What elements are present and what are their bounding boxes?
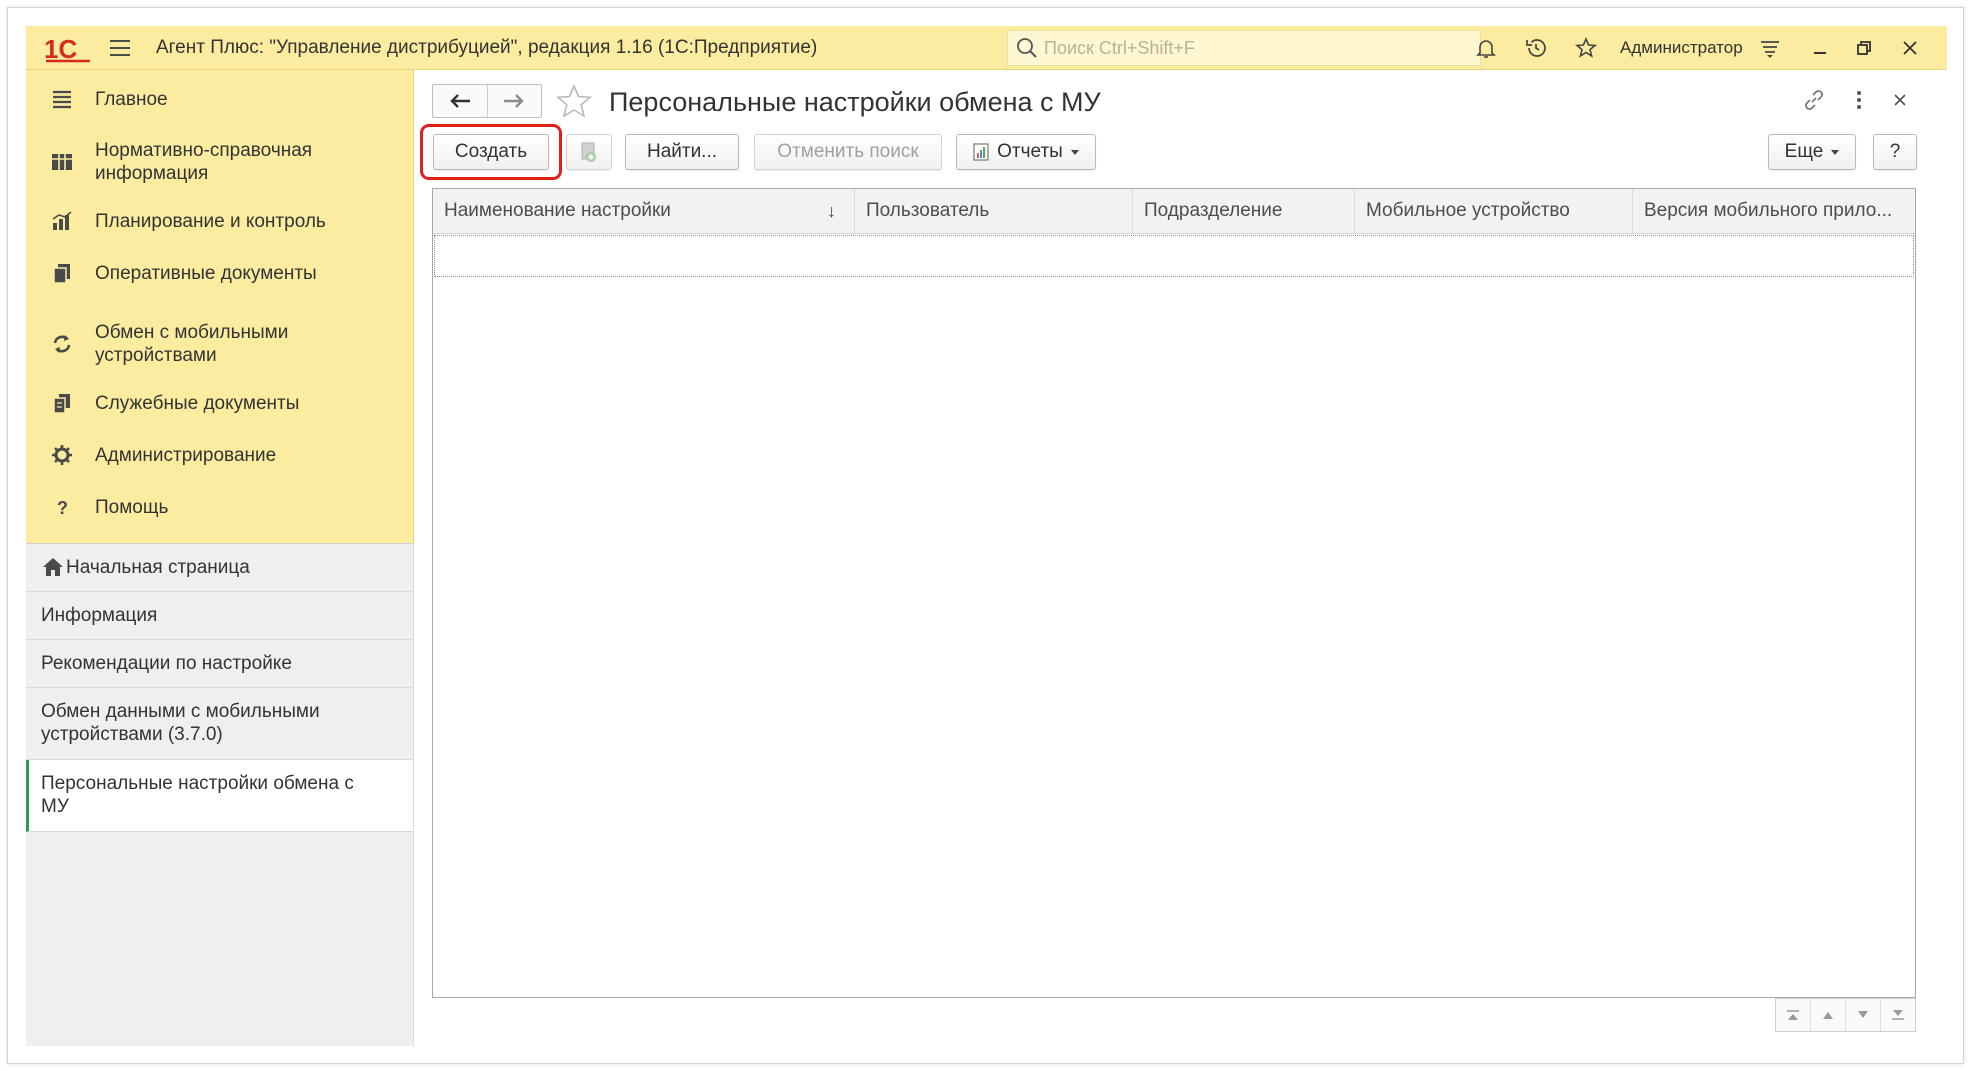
table-scroll-buttons	[1775, 998, 1916, 1032]
scroll-to-bottom-button[interactable]	[1881, 999, 1915, 1031]
column-header-department[interactable]: Подразделение	[1133, 189, 1355, 233]
grid-table-icon	[50, 150, 74, 174]
settings-table[interactable]: Наименование настройки ↓ Пользователь По…	[432, 188, 1916, 998]
column-header-user[interactable]: Пользователь	[855, 189, 1133, 233]
search-input[interactable]	[1042, 36, 1466, 60]
minimize-icon[interactable]	[1806, 34, 1834, 62]
service-docs-icon	[50, 391, 74, 415]
sidebar-item-label: Помощь	[95, 496, 169, 518]
table-row[interactable]	[434, 235, 1914, 277]
table-header: Наименование настройки ↓ Пользователь По…	[433, 189, 1915, 234]
sidebar-item-mobile-exchange[interactable]: Обмен с мобильными устройствами	[26, 320, 414, 368]
sidebar-item-label: Служебные документы	[95, 392, 300, 414]
column-header-label: Наименование настройки	[444, 200, 671, 221]
reports-label: Отчеты	[997, 141, 1063, 162]
bar-chart-icon	[50, 209, 74, 233]
open-window-label: Рекомендации по настройке	[41, 653, 292, 674]
close-window-icon[interactable]	[1896, 34, 1924, 62]
create-button[interactable]: Создать	[433, 134, 549, 170]
sort-down-icon: ↓	[827, 201, 836, 221]
question-icon: ?	[50, 495, 74, 519]
open-window-home[interactable]: Начальная страница	[26, 544, 413, 592]
form-area: Персональные настройки обмена с МУ Созда…	[414, 70, 1947, 1046]
sidebar-item-administration[interactable]: Администрирование	[26, 442, 414, 468]
svg-text:1С: 1С	[44, 34, 77, 63]
reports-button[interactable]: Отчеты	[956, 134, 1096, 170]
search-box[interactable]	[1007, 30, 1481, 66]
arrow-down-icon	[1858, 1011, 1868, 1018]
column-header-app-version[interactable]: Версия мобильного прило...	[1633, 189, 1915, 233]
cancel-search-button[interactable]: Отменить поиск	[754, 134, 942, 170]
copy-document-icon	[581, 142, 596, 162]
page-title: Персональные настройки обмена с МУ	[609, 87, 1101, 117]
sidebar-item-label: Обмен с мобильными устройствами	[95, 322, 289, 366]
favorites-star-icon[interactable]	[1572, 34, 1600, 62]
sidebar-item-label: Оперативные документы	[95, 262, 317, 284]
arrow-up-icon	[1823, 1012, 1833, 1019]
open-window-label: Информация	[41, 605, 158, 626]
restore-icon[interactable]	[1850, 34, 1878, 62]
history-navigation	[432, 84, 542, 118]
add-to-favorites-icon[interactable]	[556, 84, 592, 118]
documents-icon	[50, 261, 74, 285]
chevron-down-icon	[1070, 149, 1079, 155]
gear-icon	[50, 443, 74, 467]
sidebar-item-planning[interactable]: Планирование и контроль	[26, 208, 414, 234]
open-window-mobile-exchange[interactable]: Обмен данными с мобильными устройствами …	[26, 688, 413, 760]
open-window-info[interactable]: Информация	[26, 592, 413, 640]
help-button[interactable]: ?	[1873, 134, 1917, 170]
column-header-name[interactable]: Наименование настройки ↓	[433, 189, 855, 233]
sidebar-item-reference[interactable]: Нормативно-справочная информация	[26, 138, 414, 186]
scroll-down-button[interactable]	[1846, 999, 1881, 1031]
svg-text:?: ?	[57, 498, 68, 518]
open-window-personal-settings[interactable]: Персональные настройки обмена с МУ	[26, 760, 413, 832]
sidebar-item-service-docs[interactable]: Служебные документы	[26, 390, 414, 416]
double-down-icon	[1892, 1010, 1904, 1020]
open-window-label: Обмен данными с мобильными устройствами …	[41, 701, 320, 745]
1c-logo-icon: 1С	[44, 34, 90, 63]
open-windows-panel: Начальная страница Информация Рекомендац…	[26, 543, 414, 1046]
sidebar-item-label: Планирование и контроль	[95, 210, 326, 232]
sidebar-item-label: Главное	[95, 88, 168, 110]
settings-lines-icon[interactable]	[1756, 34, 1784, 62]
open-window-recommendations[interactable]: Рекомендации по настройке	[26, 640, 413, 688]
bell-icon[interactable]	[1472, 34, 1500, 62]
column-header-device[interactable]: Мобильное устройство	[1355, 189, 1633, 233]
home-icon	[43, 558, 63, 576]
close-form-icon[interactable]	[1886, 86, 1914, 114]
search-icon	[1017, 38, 1037, 58]
open-window-label: Персональные настройки обмена с МУ	[41, 773, 354, 817]
menu-lines-icon	[50, 87, 74, 111]
more-vertical-icon[interactable]	[1845, 86, 1873, 114]
sync-icon	[50, 332, 74, 356]
copy-button[interactable]	[566, 134, 612, 170]
forward-button[interactable]	[486, 85, 542, 117]
app-title: Агент Плюс: "Управление дистрибуцией", р…	[156, 37, 818, 58]
user-name[interactable]: Администратор	[1620, 38, 1743, 58]
double-up-icon	[1787, 1010, 1799, 1020]
main-menu-icon[interactable]	[106, 34, 134, 62]
chevron-down-icon	[1831, 149, 1840, 155]
more-label: Еще	[1784, 141, 1824, 162]
report-icon	[973, 143, 989, 161]
sidebar-item-help[interactable]: ? Помощь	[26, 494, 414, 520]
sidebar-item-label: Нормативно-справочная информация	[95, 140, 313, 184]
sections-panel: Главное Нормативно-справочная информация…	[26, 70, 414, 543]
sidebar-item-label: Администрирование	[95, 444, 277, 466]
scroll-to-top-button[interactable]	[1776, 999, 1811, 1031]
arrow-left-icon	[450, 94, 470, 108]
link-icon[interactable]	[1800, 86, 1828, 114]
arrow-right-icon	[504, 94, 524, 108]
back-button[interactable]	[433, 85, 487, 117]
scroll-up-button[interactable]	[1811, 999, 1846, 1031]
history-icon[interactable]	[1522, 34, 1550, 62]
sidebar-item-main[interactable]: Главное	[26, 86, 414, 112]
open-window-label: Начальная страница	[66, 557, 250, 578]
more-button[interactable]: Еще	[1768, 134, 1856, 170]
sidebar-item-operative-docs[interactable]: Оперативные документы	[26, 260, 414, 286]
title-bar: 1С Агент Плюс: "Управление дистрибуцией"…	[26, 26, 1947, 70]
find-button[interactable]: Найти...	[625, 134, 739, 170]
